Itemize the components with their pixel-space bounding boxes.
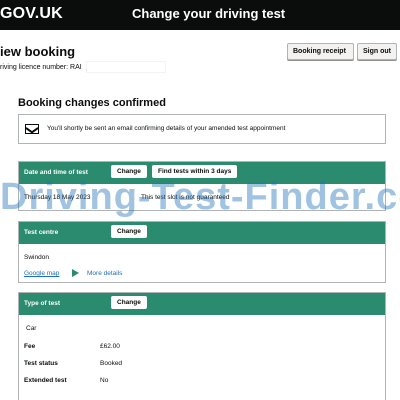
date-time-card: Date and time of test Change Find tests … [18,161,386,211]
test-type-card: Type of test Change Car Fee £62.00 Test s… [18,292,386,400]
govuk-logo[interactable]: GOV.UK [0,5,63,23]
confirmation-notice: You'll shortly be sent an email confirmi… [18,114,386,144]
fee-key: Fee [24,343,36,350]
test-centre-card-header: Test centre Change [19,222,385,244]
extended-test-row: Extended test No [24,377,108,384]
licence-redaction [85,61,166,73]
extended-test-key: Extended test [24,377,67,384]
service-name[interactable]: Change your driving test [132,6,285,21]
change-date-button[interactable]: Change [111,165,147,178]
test-type-value: Car [26,325,37,332]
fee-row: Fee £62.00 [24,343,120,350]
envelope-icon [25,124,39,134]
test-status-key: Test status [24,360,58,367]
find-tests-button[interactable]: Find tests within 3 days [152,165,238,178]
test-centre-name: Swindon [24,254,49,261]
change-type-button[interactable]: Change [111,296,147,309]
sign-out-button[interactable]: Sign out [357,43,397,60]
licence-label: riving licence number: RAI [0,63,82,71]
govuk-header: GOV.UK Change your driving test [0,0,400,30]
page-title: iew booking [0,44,76,59]
google-map-link[interactable]: Google map [24,270,59,277]
test-type-label: Type of test [24,300,60,307]
test-centre-card: Test centre Change Swindon Google map Mo… [18,221,386,283]
fee-value: £62.00 [100,343,120,350]
licence-number: riving licence number: RAI [0,61,166,73]
test-status-row: Test status Booked [24,360,122,367]
test-type-card-header: Type of test Change [19,293,385,315]
date-time-label: Date and time of test [24,169,88,176]
more-details-link[interactable]: More details [87,270,122,277]
play-icon [72,269,79,277]
change-centre-button[interactable]: Change [111,225,147,238]
test-date: Thursday 18 May 2023 [24,194,91,201]
test-centre-label: Test centre [24,229,59,236]
date-time-card-header: Date and time of test Change Find tests … [19,162,385,184]
slot-notice: This test slot is not guaranteed [141,194,230,201]
confirmation-message: You'll shortly be sent an email confirmi… [47,125,286,132]
extended-test-value: No [100,377,109,384]
booking-receipt-button[interactable]: Booking receipt [287,43,354,60]
confirmation-heading: Booking changes confirmed [18,97,166,109]
test-status-value: Booked [100,360,123,367]
